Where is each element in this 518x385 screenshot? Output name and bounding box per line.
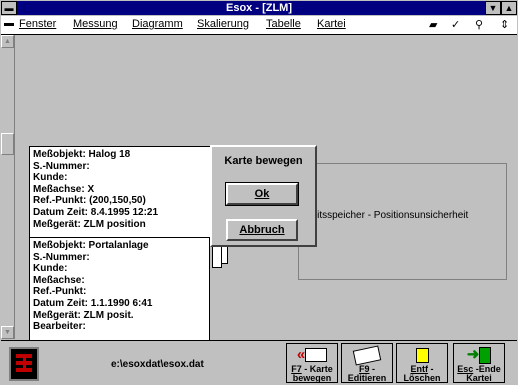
diagram-caption: Arbeitsspeicher - Positionsunsicherheit [296,210,469,221]
dialog-title: Karte bewegen [224,155,303,167]
card-field: Meßgerät: ZLM position [33,218,146,230]
delete-button[interactable]: Entf - Löschen [396,343,448,383]
menu-skalierung[interactable]: Skalierung [197,18,249,30]
title-bar: ▬ Esox - [ZLM] ▼ ▲ [1,1,517,15]
card-field: Datum Zeit: 8.4.1995 12:21 [33,206,159,218]
card-field: Kunde: [33,172,68,184]
index-card-2[interactable]: Meßobjekt: Portalanlage S.-Nummer: Kunde… [29,237,210,341]
edit-icon [342,344,392,366]
card-field: Meßachse: [33,274,85,286]
application-window: ▬ Esox - [ZLM] ▼ ▲ ▬ Fenster Messung Dia… [0,0,518,385]
index-card-1[interactable]: Meßobjekt: Halog 18 S.-Nummer: Kunde: Me… [29,146,212,238]
card-field: S.-Nummer: [33,251,90,263]
diagram-frame [298,163,507,280]
card-field: Meßgerät: ZLM posit. [33,309,134,321]
card-field: S.-Nummer: [33,160,90,172]
card-field: Meßachse: X [33,183,95,195]
menu-kartei[interactable]: Kartei [317,18,346,30]
window-title: Esox - [ZLM] [226,2,292,14]
menu-bar: ▬ Fenster Messung Diagramm Skalierung Ta… [1,16,517,35]
menu-tabelle[interactable]: Tabelle [266,18,301,30]
exit-door-icon: ➜ [454,346,504,364]
ok-button[interactable]: Ok [225,182,299,206]
menu-diagramm[interactable]: Diagramm [132,18,183,30]
vertical-scrollbar[interactable]: ▲ ▼ [1,35,15,339]
menu-messung[interactable]: Messung [73,18,118,30]
minimize-button[interactable]: ▼ [485,1,501,15]
card-field: Kunde: [33,263,68,275]
move-card-button[interactable]: « F7 - Karte bewegen [286,343,338,383]
scroll-down-arrow-icon[interactable]: ▼ [1,326,14,339]
esox-logo-icon [9,347,39,381]
function-key-bar: e:\esoxdat\esox.dat « F7 - Karte bewegen … [1,340,517,385]
card-field: Meßobjekt: Portalanlage [33,240,149,251]
card-field: Bearbeiter: [33,321,86,333]
move-card-icon: « [287,346,337,364]
edit-button[interactable]: F9 - Editieren [341,343,393,383]
move-card-dialog: Karte bewegen Ok Abbruch [210,145,317,247]
tool-icon[interactable]: ⚲ [475,18,483,31]
exit-button[interactable]: ➜ Esc -Ende Kartei [453,343,505,383]
card-field: Meßobjekt: Halog 18 [33,149,131,160]
notepad-icon[interactable]: ▰ [429,18,437,31]
menu-fenster[interactable]: Fenster [19,18,56,30]
restore-arrows-icon[interactable]: ⇕ [500,18,509,31]
card-field: Ref.-Punkt: [33,286,87,298]
cancel-button[interactable]: Abbruch [226,219,298,241]
trash-icon [397,346,447,364]
document-menu-icon[interactable]: ▬ [4,18,14,29]
maximize-button[interactable]: ▲ [501,1,517,15]
card-field: Ref.-Punkt: (200,150,50) [33,195,146,207]
file-path: e:\esoxdat\esox.dat [111,359,204,370]
scroll-up-arrow-icon[interactable]: ▲ [1,35,14,48]
card-field: Datum Zeit: 1.1.1990 6:41 [33,297,153,309]
check-icon[interactable]: ✓ [451,18,460,31]
scroll-thumb[interactable] [1,133,14,155]
